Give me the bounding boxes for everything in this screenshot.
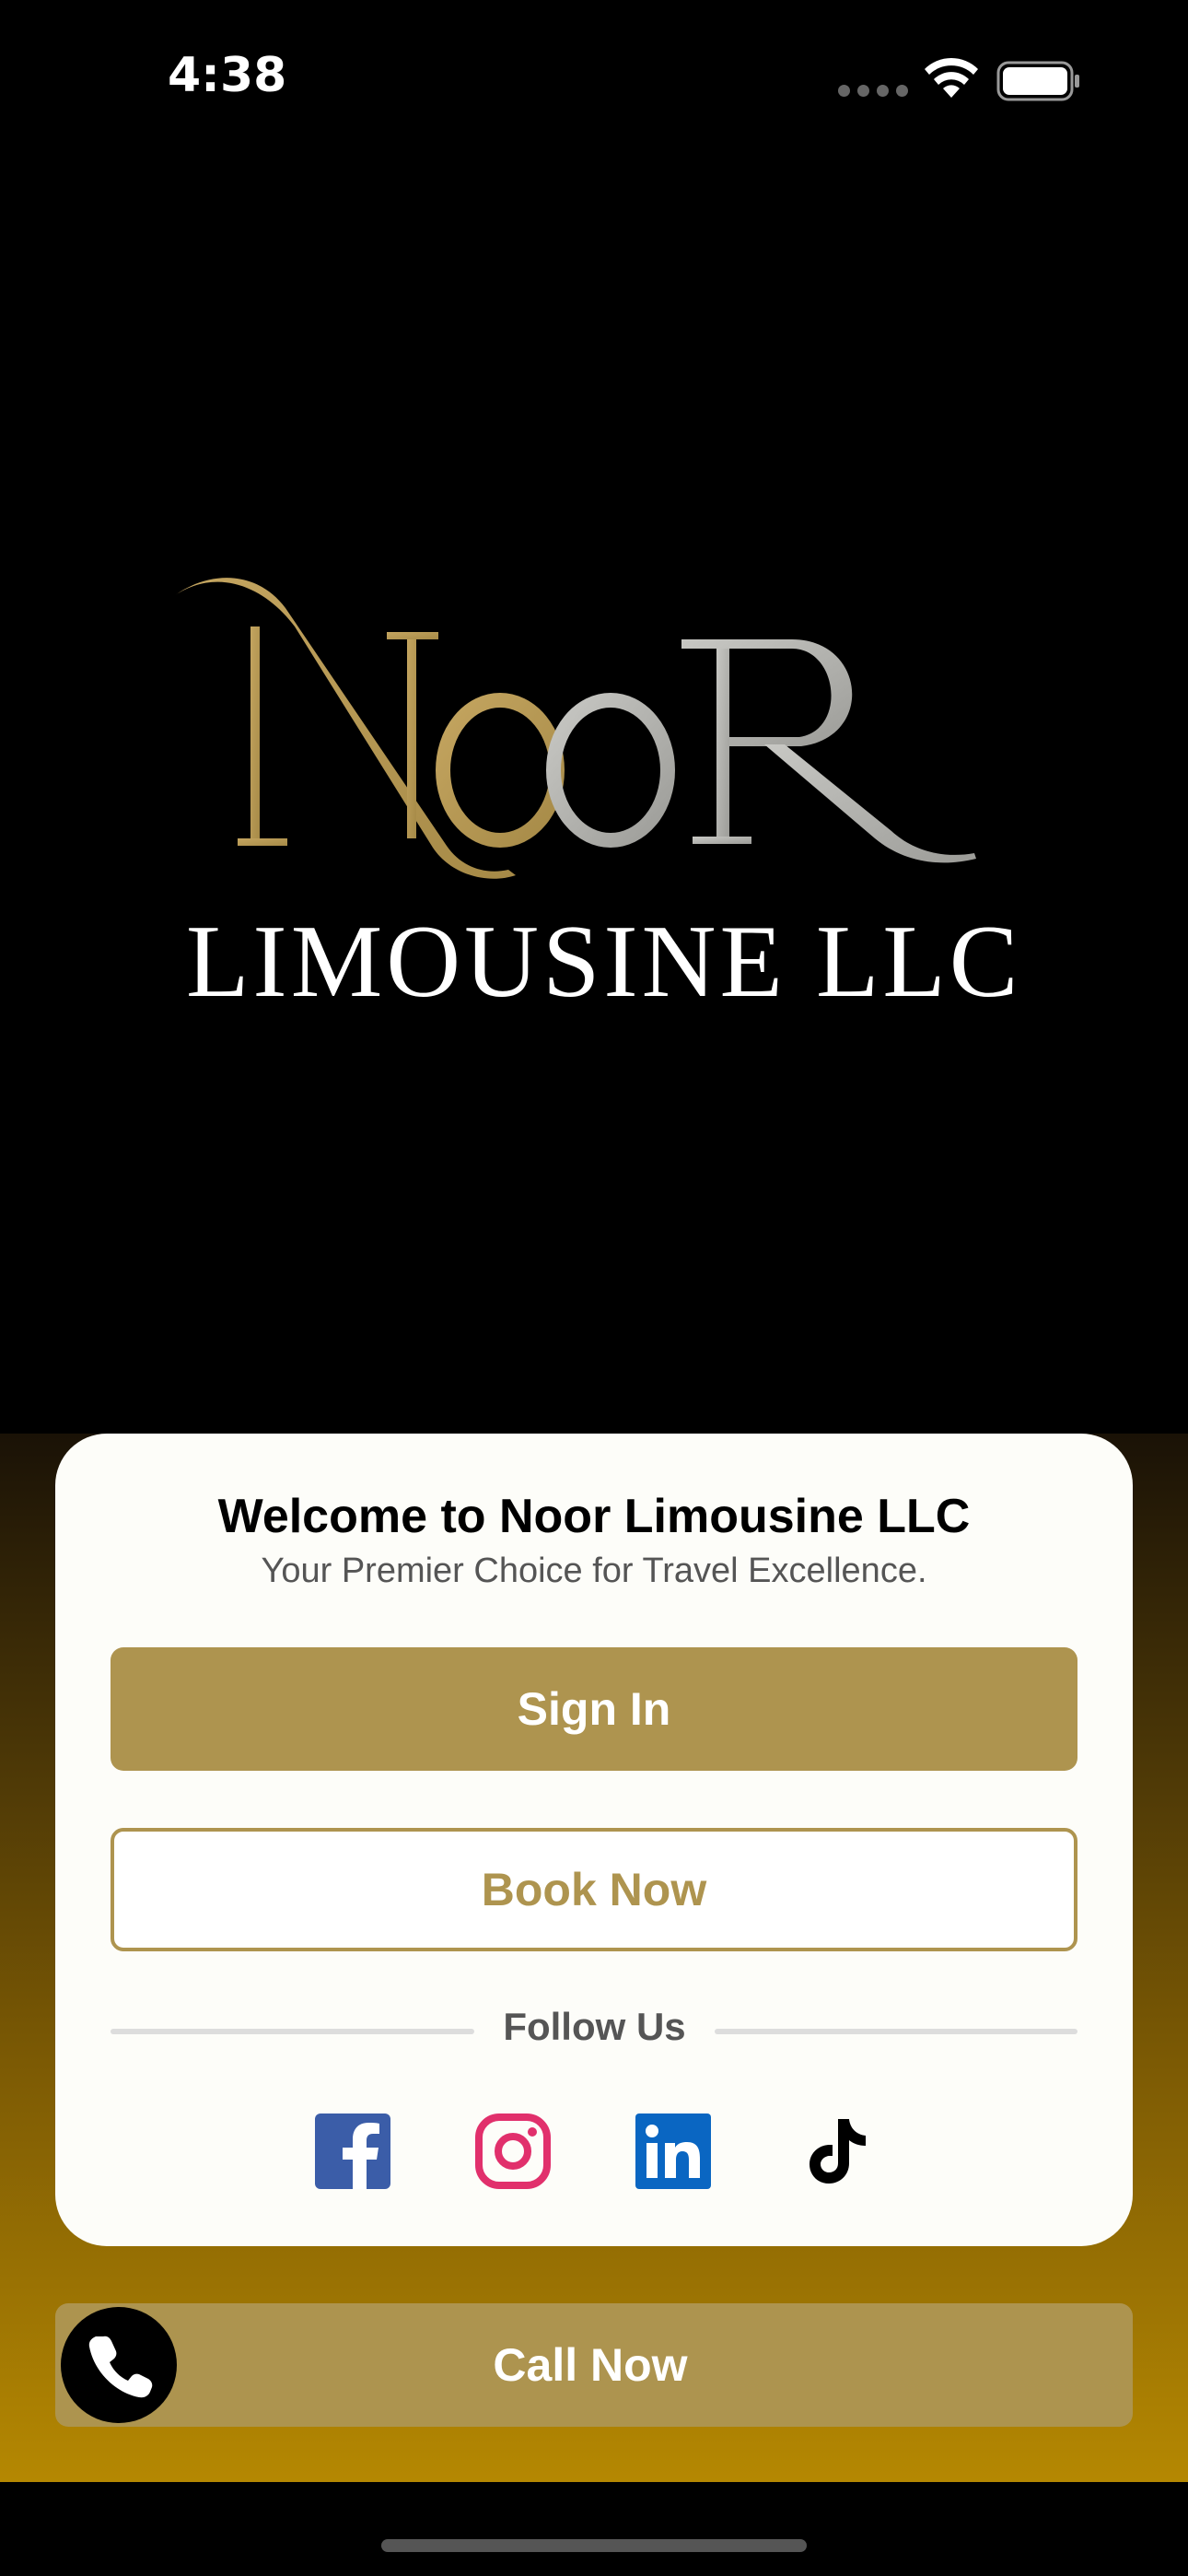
welcome-subtitle: Your Premier Choice for Travel Excellenc…	[261, 1551, 927, 1590]
cellular-signal-icon	[838, 85, 908, 97]
status-time: 4:38	[168, 48, 287, 103]
follow-us-label: Follow Us	[503, 2005, 686, 2048]
battery-icon	[996, 61, 1079, 101]
noor-wordmark-logo	[175, 578, 976, 879]
tiktok-icon[interactable]	[799, 2113, 875, 2189]
call-now-button[interactable]: Call Now	[55, 2303, 1133, 2427]
logo-subtitle: LIMOUSINE LLC	[186, 905, 1022, 1019]
status-indicators	[838, 57, 1087, 103]
call-now-label: Call Now	[493, 2339, 688, 2391]
home-indicator[interactable]	[381, 2539, 807, 2552]
welcome-card: Welcome to Noor Limousine LLC Your Premi…	[55, 1434, 1133, 2246]
welcome-title: Welcome to Noor Limousine LLC	[217, 1490, 971, 1543]
linkedin-icon[interactable]	[635, 2113, 711, 2189]
divider-right	[715, 2029, 1077, 2034]
bottom-safe-area	[0, 2482, 1188, 2576]
sign-in-button[interactable]: Sign In	[111, 1647, 1077, 1771]
divider-left	[111, 2029, 474, 2034]
book-now-button[interactable]: Book Now	[111, 1828, 1077, 1951]
instagram-icon[interactable]	[475, 2113, 551, 2189]
facebook-icon[interactable]	[315, 2113, 390, 2189]
wifi-icon	[925, 57, 978, 98]
brand-logo: LIMOUSINE LLC	[166, 571, 1018, 1019]
phone-icon	[61, 2307, 177, 2423]
